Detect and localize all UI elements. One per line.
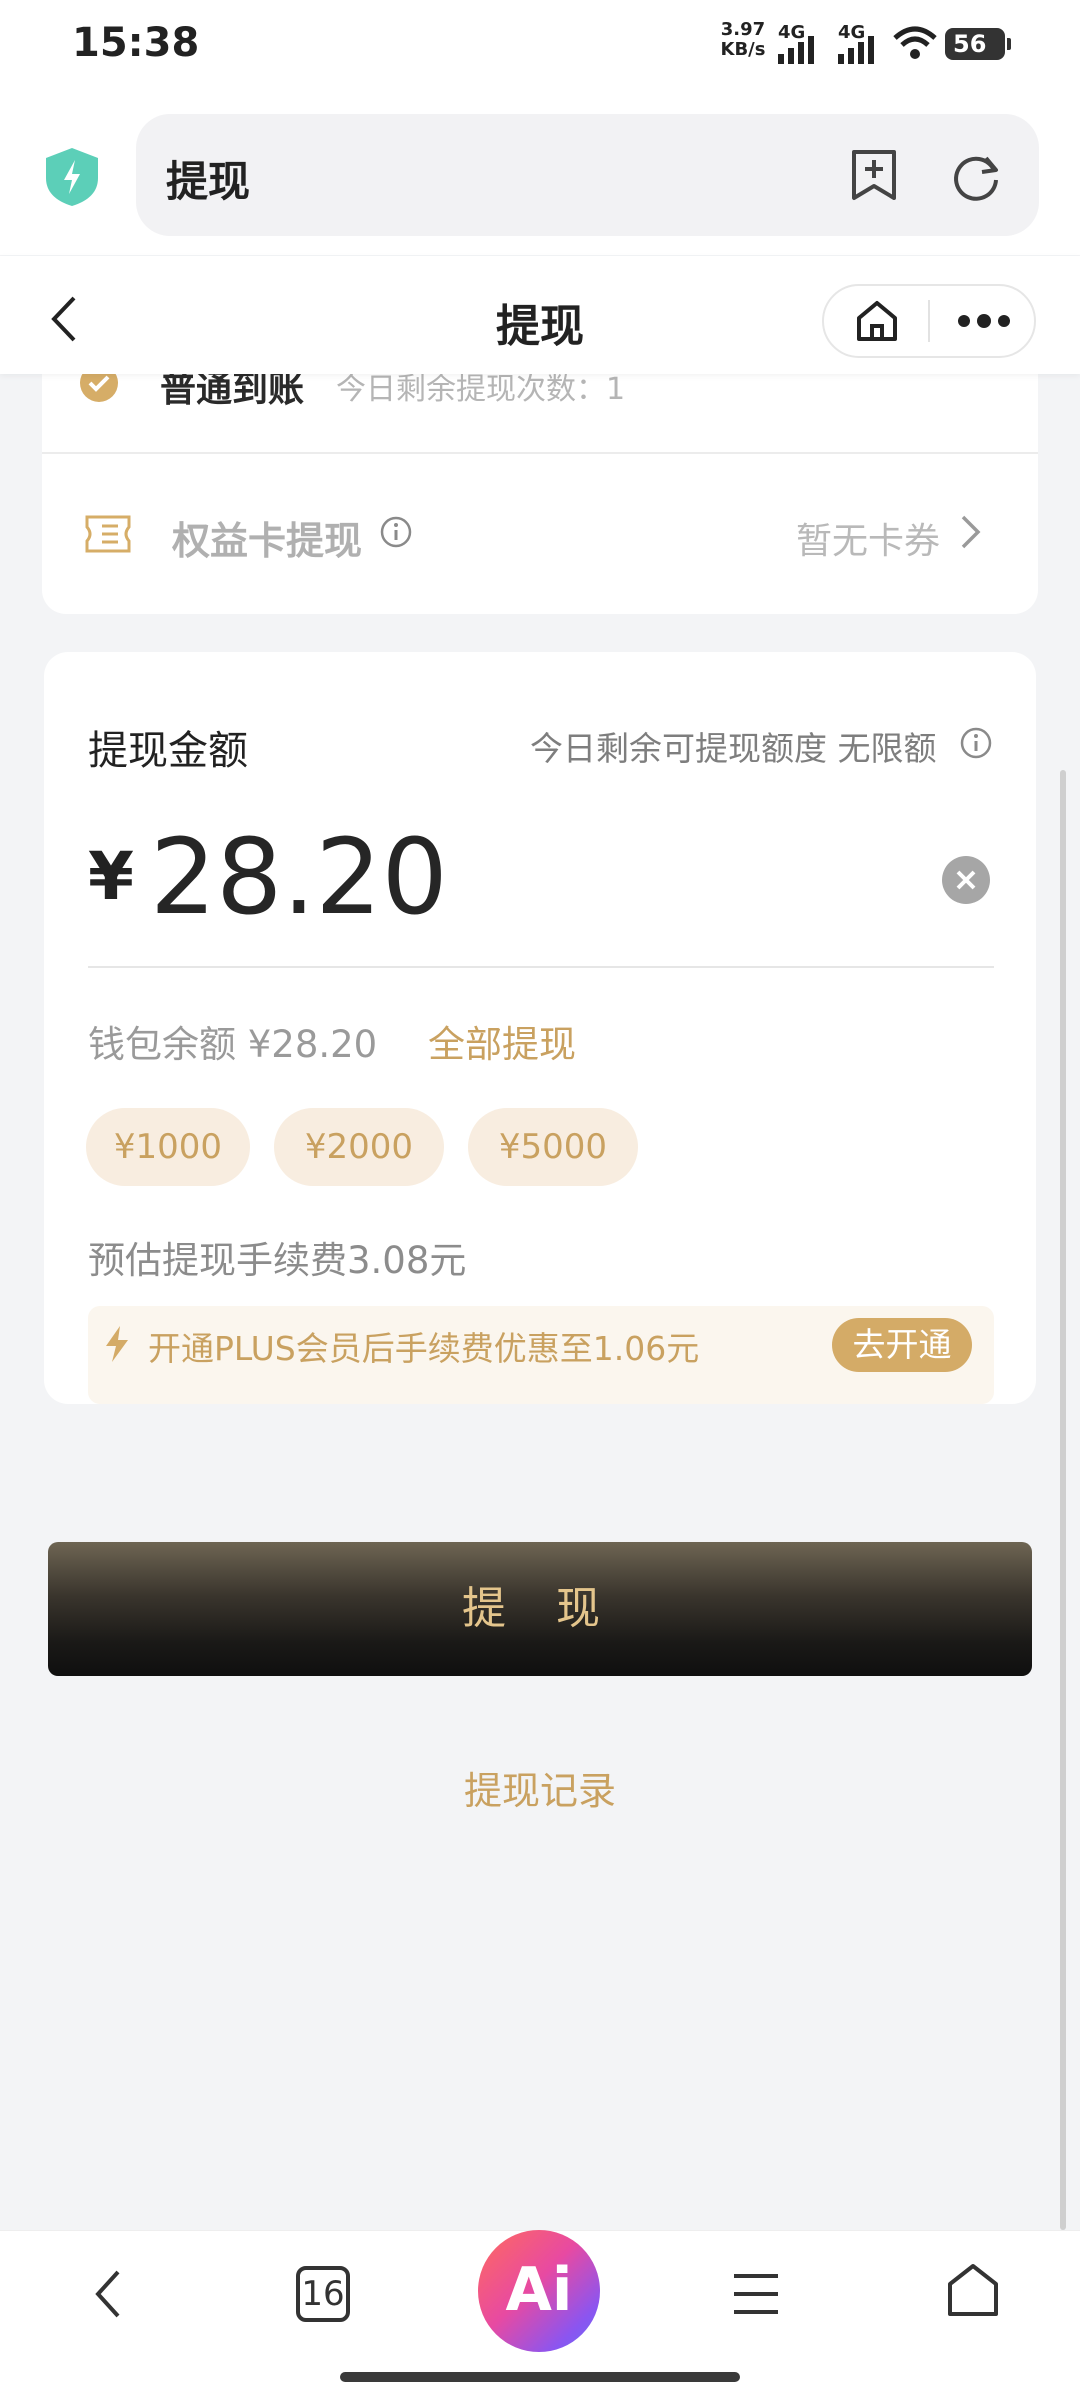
add-bookmark-icon[interactable] xyxy=(848,148,900,202)
status-time: 15:38 xyxy=(72,20,200,66)
signal-bars-icon xyxy=(778,36,814,64)
clear-icon[interactable] xyxy=(942,856,990,904)
menu-icon[interactable] xyxy=(732,2272,780,2316)
network-speed: 3.97 KB/s xyxy=(713,20,773,60)
signal-bars-icon xyxy=(838,36,874,64)
daily-limit-text: 今日剩余可提现额度 无限额 xyxy=(530,729,937,768)
refresh-icon[interactable] xyxy=(950,150,1002,202)
amount-chip-1000[interactable]: ¥1000 xyxy=(86,1108,250,1186)
info-icon[interactable] xyxy=(380,516,412,548)
more-icon[interactable] xyxy=(954,306,1014,336)
wallet-balance: 钱包余额 ¥28.20 xyxy=(88,1023,378,1066)
amount-chip-2000[interactable]: ¥2000 xyxy=(274,1108,444,1186)
info-icon[interactable] xyxy=(960,727,992,759)
divider xyxy=(88,966,994,968)
coupon-card-icon xyxy=(85,515,131,553)
withdraw-all-link[interactable]: 全部提现 xyxy=(428,1014,576,1068)
plus-promo-text: 开通PLUS会员后手续费优惠至1.06元 xyxy=(148,1329,700,1368)
battery-indicator: 56 xyxy=(945,28,1011,60)
network-speed-value: 3.97 xyxy=(720,19,766,40)
lightning-icon xyxy=(106,1326,128,1362)
home-indicator[interactable] xyxy=(340,2372,740,2382)
withdraw-button[interactable]: 提 现 xyxy=(48,1542,1032,1676)
amount-chip-5000[interactable]: ¥5000 xyxy=(468,1108,638,1186)
amount-label: 提现金额 xyxy=(88,728,248,774)
home-icon[interactable] xyxy=(854,298,900,344)
currency-symbol: ¥ xyxy=(88,838,134,915)
url-bar-title: 提现 xyxy=(166,157,251,206)
wifi-icon xyxy=(893,26,937,59)
rights-card-value[interactable]: 暂无卡券 xyxy=(796,512,940,564)
withdraw-record-link[interactable]: 提现记录 xyxy=(0,1760,1080,1815)
nav-home-icon[interactable] xyxy=(946,2262,1000,2318)
capsule-divider xyxy=(928,300,930,342)
divider xyxy=(42,452,1038,454)
tabs-count-button[interactable]: 16 xyxy=(296,2266,350,2322)
open-plus-button[interactable]: 去开通 xyxy=(832,1318,972,1372)
ai-assistant-button[interactable]: Ai xyxy=(478,2230,600,2352)
amount-input[interactable]: 28.20 xyxy=(150,816,448,938)
url-bar[interactable] xyxy=(136,114,1039,236)
network-speed-unit: KB/s xyxy=(720,39,766,60)
rights-card-label[interactable]: 权益卡提现 xyxy=(172,510,362,565)
chevron-right-icon[interactable] xyxy=(960,514,982,550)
estimated-fee-text: 预估提现手续费3.08元 xyxy=(88,1239,467,1282)
shield-icon[interactable] xyxy=(44,146,100,208)
nav-back-icon[interactable] xyxy=(88,2266,128,2322)
scrollbar[interactable] xyxy=(1060,770,1066,2230)
